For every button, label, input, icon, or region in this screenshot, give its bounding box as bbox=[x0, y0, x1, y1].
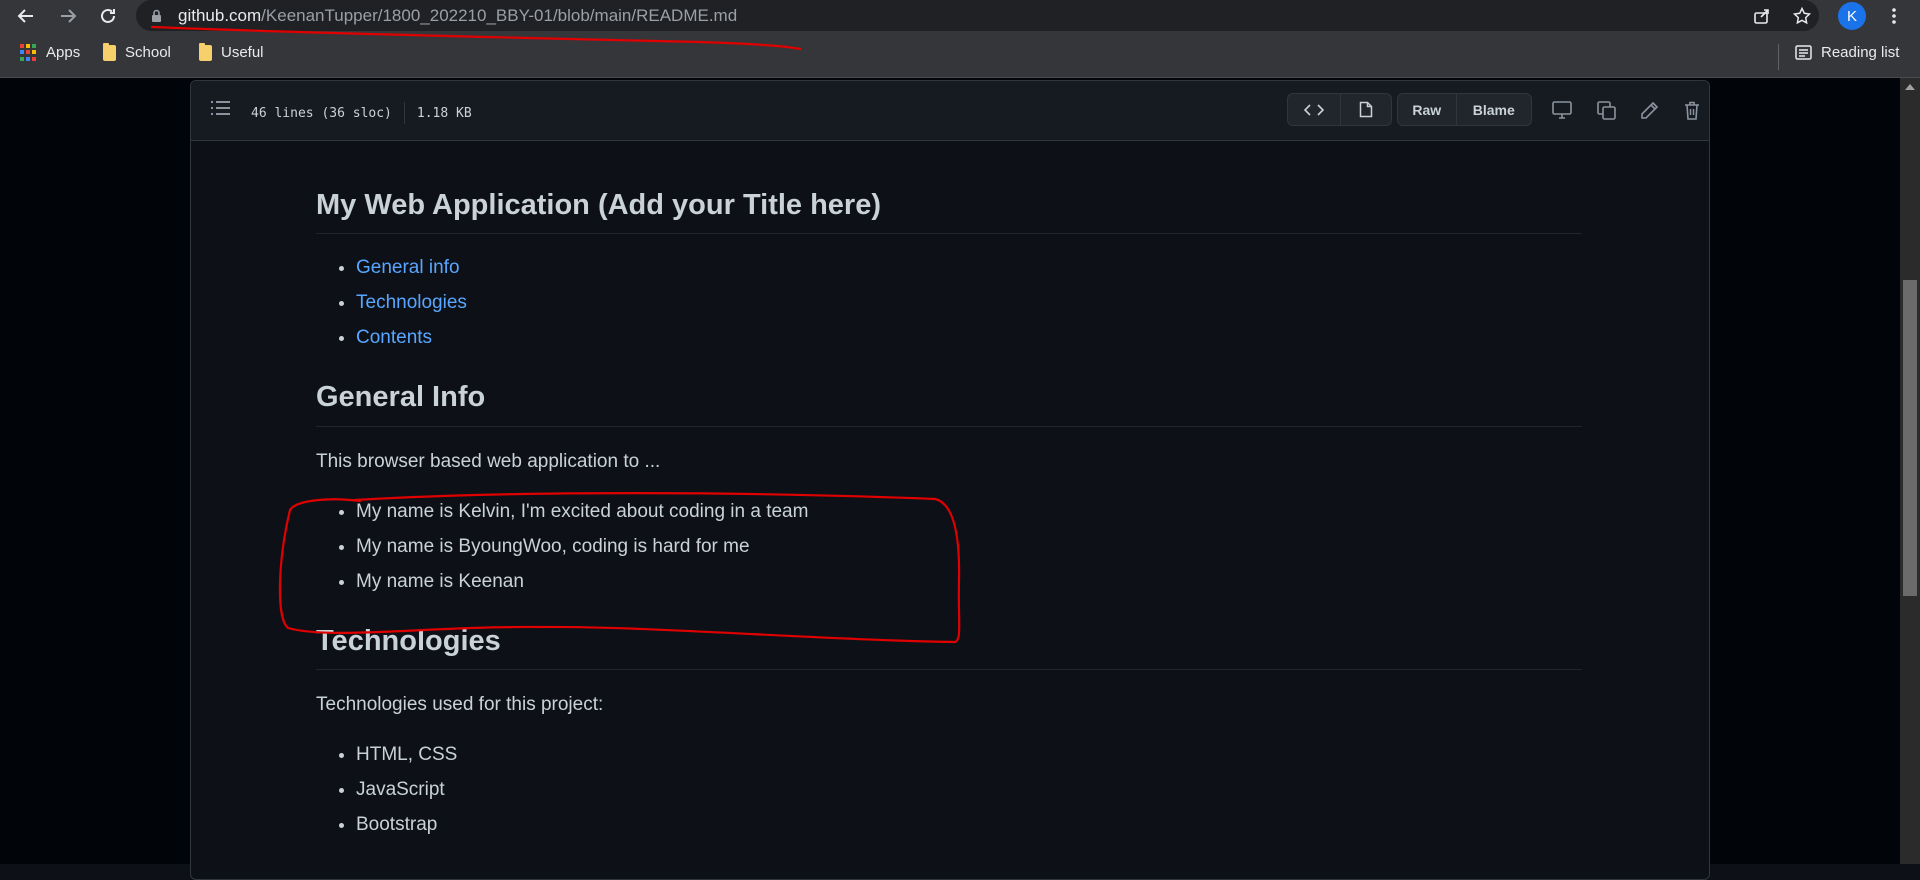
raw-button[interactable]: Raw bbox=[1398, 94, 1456, 125]
profile-avatar[interactable]: K bbox=[1838, 2, 1866, 30]
list-item: Technologies bbox=[356, 285, 1582, 320]
back-arrow-icon bbox=[17, 9, 33, 23]
bookmark-label: School bbox=[125, 44, 171, 61]
technologies-heading: Technologies bbox=[316, 623, 1582, 670]
desktop-icon[interactable] bbox=[1550, 98, 1574, 122]
readme-title: My Web Application (Add your Title here) bbox=[316, 187, 1582, 235]
url-text[interactable]: github.com/KeenanTupper/1800_202210_BBY-… bbox=[178, 6, 737, 26]
forward-button[interactable] bbox=[54, 2, 82, 30]
bookmark-star-icon[interactable] bbox=[1791, 5, 1813, 27]
readme-content: My Web Application (Add your Title here)… bbox=[316, 187, 1582, 842]
technologies-text: Technologies used for this project: bbox=[316, 693, 604, 715]
file-icon bbox=[1359, 101, 1372, 118]
file-info: 46 lines (36 sloc) 1.18 KB bbox=[251, 102, 472, 124]
bookmarks-bar: Apps School Useful Reading list bbox=[0, 31, 1920, 78]
line-count: 46 lines (36 sloc) bbox=[251, 105, 392, 121]
trash-icon[interactable] bbox=[1680, 98, 1704, 122]
bookmark-label: Useful bbox=[221, 44, 264, 61]
general-info-heading: General Info bbox=[316, 379, 1582, 427]
scroll-thumb[interactable] bbox=[1903, 280, 1917, 596]
bookmark-apps[interactable]: Apps bbox=[20, 44, 80, 61]
list-item: HTML, CSS bbox=[356, 737, 1582, 772]
raw-blame-group: Raw Blame bbox=[1397, 93, 1532, 126]
list-item: General info bbox=[356, 250, 1582, 285]
list-item: Bootstrap bbox=[356, 807, 1582, 842]
copy-icon[interactable] bbox=[1594, 98, 1618, 122]
share-icon[interactable] bbox=[1751, 5, 1773, 27]
list-item: JavaScript bbox=[356, 772, 1582, 807]
file-header: 46 lines (36 sloc) 1.18 KB Raw Blame bbox=[191, 81, 1709, 141]
scroll-up-arrow-icon[interactable] bbox=[1905, 84, 1915, 90]
general-info-text: This browser based web application to ..… bbox=[316, 450, 661, 472]
toc-link-technologies[interactable]: Technologies bbox=[356, 292, 467, 313]
page-scrollbar[interactable] bbox=[1900, 78, 1920, 864]
address-bar[interactable]: github.com/KeenanTupper/1800_202210_BBY-… bbox=[136, 0, 1819, 31]
list-item: My name is Keenan bbox=[356, 564, 1582, 599]
lock-icon[interactable] bbox=[151, 9, 162, 28]
code-icon bbox=[1303, 103, 1324, 116]
list-item: Contents bbox=[356, 320, 1582, 355]
list-item: My name is Kelvin, I'm excited about cod… bbox=[356, 494, 1582, 529]
reload-icon bbox=[101, 8, 115, 23]
bookmarks-divider bbox=[1778, 44, 1779, 70]
reading-list-icon bbox=[1795, 45, 1812, 60]
url-path: /KeenanTupper/1800_202210_BBY-01/blob/ma… bbox=[261, 6, 738, 25]
toc-link-contents[interactable]: Contents bbox=[356, 327, 432, 348]
back-button[interactable] bbox=[12, 2, 40, 30]
reload-button[interactable] bbox=[94, 2, 122, 30]
toc-list: General info Technologies Contents bbox=[316, 250, 1582, 355]
list-item: My name is ByoungWoo, coding is hard for… bbox=[356, 529, 1582, 564]
bookmark-school[interactable]: School bbox=[103, 42, 171, 61]
pencil-icon[interactable] bbox=[1637, 98, 1661, 122]
table-of-contents-icon[interactable] bbox=[211, 100, 231, 121]
rendered-view-button[interactable] bbox=[1339, 94, 1392, 125]
apps-grid-icon bbox=[20, 44, 37, 61]
view-toggle-group bbox=[1287, 93, 1392, 126]
bookmark-useful[interactable]: Useful bbox=[199, 42, 264, 61]
bookmark-label: Apps bbox=[46, 44, 81, 61]
reading-list-button[interactable]: Reading list bbox=[1795, 44, 1899, 61]
folder-icon bbox=[103, 42, 116, 61]
folder-icon bbox=[199, 42, 212, 61]
toc-link-general-info[interactable]: General info bbox=[356, 257, 460, 278]
members-list: My name is Kelvin, I'm excited about cod… bbox=[316, 494, 1582, 599]
divider bbox=[403, 102, 405, 124]
browser-menu-icon[interactable] bbox=[1882, 4, 1906, 28]
technologies-list: HTML, CSS JavaScript Bootstrap bbox=[316, 737, 1582, 842]
browser-toolbar: github.com/KeenanTupper/1800_202210_BBY-… bbox=[0, 0, 1920, 31]
reading-list-label: Reading list bbox=[1821, 44, 1900, 61]
url-host: github.com bbox=[178, 6, 262, 25]
code-view-button[interactable] bbox=[1288, 94, 1340, 125]
blame-button[interactable]: Blame bbox=[1455, 94, 1531, 125]
forward-arrow-icon bbox=[61, 9, 77, 23]
file-size: 1.18 KB bbox=[416, 105, 472, 121]
